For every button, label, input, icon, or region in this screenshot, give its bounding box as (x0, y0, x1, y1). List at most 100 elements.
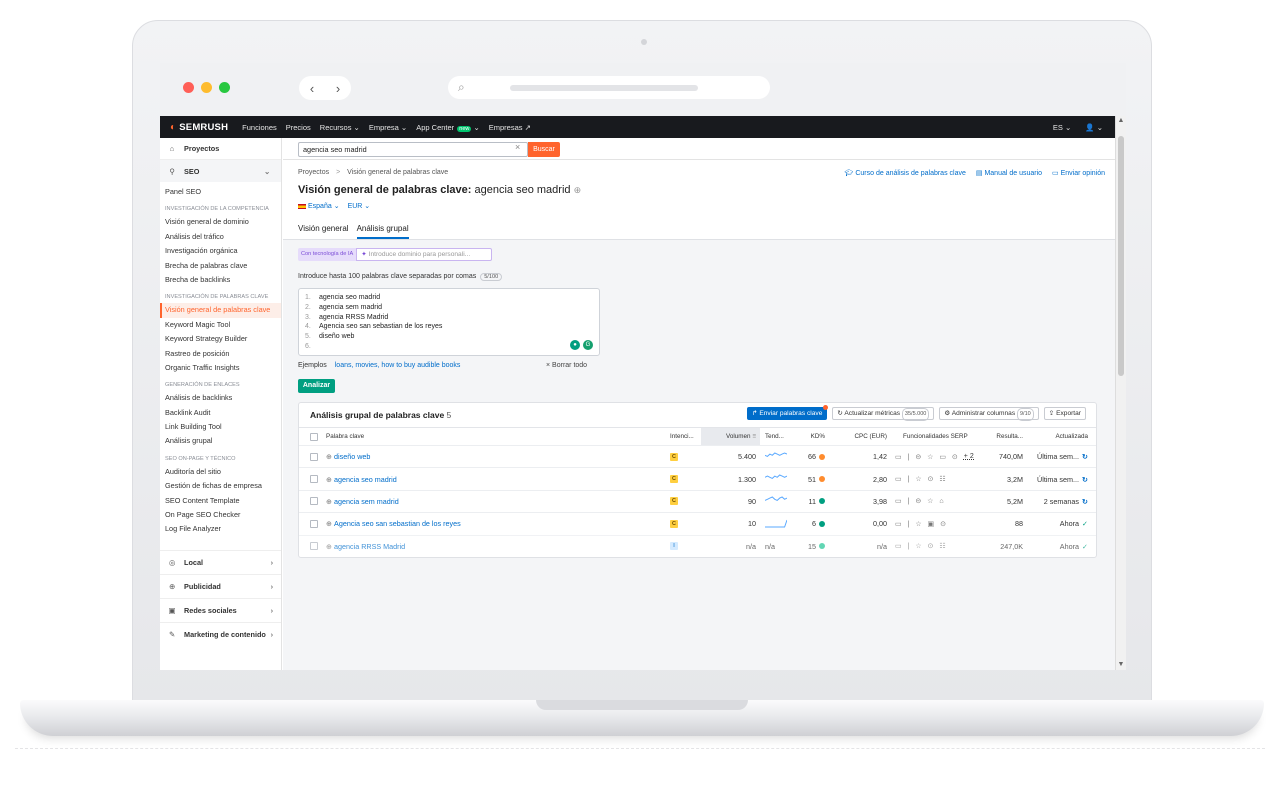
sidebar-item[interactable]: Análisis del tráfico (160, 230, 281, 244)
serp-features-icons[interactable]: ▭ | ⊝ ☆ ▭ ⊙ +2 (895, 446, 976, 467)
sidebar-item[interactable]: Brecha de backlinks (160, 273, 281, 287)
sidebar-item[interactable]: Organic Traffic Insights (160, 361, 281, 375)
serp-features-icons[interactable]: ▭ | ⊝ ☆ ⌂ (895, 491, 950, 512)
sidebar-item[interactable]: Backlink Audit (160, 406, 281, 420)
lightbulb-icon[interactable]: ● (570, 340, 580, 350)
feedback-link[interactable]: ▭ Enviar opinión (1052, 169, 1105, 177)
examples-link[interactable]: loans, movies, how to buy audible books (335, 362, 461, 369)
header-intent[interactable]: Intenci... (670, 428, 694, 445)
header-kd[interactable]: KD% (797, 428, 825, 445)
keyword-search-input[interactable] (298, 142, 528, 157)
nav-precios[interactable]: Precios (286, 123, 311, 132)
row-checkbox[interactable] (310, 446, 318, 467)
sidebar-group[interactable]: ▣ Redes sociales › (160, 598, 281, 622)
nav-recursos[interactable]: Recursos ⌄ (320, 123, 360, 132)
header-results[interactable]: Resulta... (985, 428, 1023, 445)
table-row[interactable]: ⊕ agencia sem madrid C 90 11 3,98 ▭ | ⊝ ☆ ⌂ 5,… (299, 489, 1096, 512)
table-row[interactable]: ⊕ Agencia seo san sebastian de los reyes C… (299, 512, 1096, 534)
nav-empresas[interactable]: Empresas ↗ (489, 123, 531, 132)
manage-columns-button[interactable]: ⚙ Administrar columnas 9/10 (939, 407, 1039, 421)
refresh-icon[interactable]: ↻ (1082, 452, 1088, 461)
maximize-window-icon[interactable] (219, 82, 230, 93)
sidebar-item[interactable]: Rastreo de posición (160, 347, 281, 361)
sidebar-item[interactable]: Auditoría del sitio (160, 465, 281, 479)
user-menu[interactable]: 👤 ⌄ (1085, 123, 1103, 132)
sidebar-item[interactable]: Visión general de palabras clave (160, 303, 281, 318)
scroll-thumb[interactable] (1118, 136, 1124, 376)
table-row[interactable]: ⊕ agencia RRSS Madrid In/a n/a 15 n/a ▭ | ☆ ⊙ … (299, 534, 1096, 557)
page-scrollbar[interactable]: ▲ ▼ (1115, 116, 1126, 670)
sidebar-projects[interactable]: ⌂ Proyectos (160, 138, 281, 160)
sidebar-item[interactable]: Brecha de palabras clave (160, 259, 281, 273)
sidebar-item[interactable]: SEO Content Template (160, 494, 281, 508)
search-button[interactable]: Buscar (528, 142, 560, 157)
sidebar-item[interactable]: Keyword Strategy Builder (160, 332, 281, 346)
refresh-icon[interactable]: ↻ (1082, 497, 1088, 506)
sidebar-item[interactable]: Keyword Magic Tool (160, 318, 281, 332)
sidebar-item[interactable]: Link Building Tool (160, 420, 281, 434)
sidebar-group[interactable]: ⊕ Publicidad › (160, 574, 281, 598)
sidebar-item[interactable]: Panel SEO (160, 185, 281, 199)
analyze-button[interactable]: Analizar (298, 379, 335, 393)
serp-features-icons[interactable]: ▭ | ☆ ⊙ ☷ (895, 536, 952, 557)
keyword-link[interactable]: ⊕ Agencia seo san sebastian de los reyes (326, 513, 461, 534)
scroll-up-icon[interactable]: ▲ (1116, 116, 1126, 126)
table-row[interactable]: ⊕ agencia seo madrid C 1.300 51 2,80 ▭ | ☆ ⊙ ☷… (299, 467, 1096, 489)
sidebar-seo-toggle[interactable]: ⚲ SEO ⌄ (160, 160, 281, 182)
sidebar-item[interactable]: Análisis de backlinks (160, 391, 281, 405)
add-icon[interactable]: ⊕ (574, 185, 582, 195)
header-serp[interactable]: Funcionalidades SERP (903, 428, 968, 445)
ai-domain-input[interactable]: ✦ Introduce dominio para personali... (356, 248, 493, 261)
minimize-window-icon[interactable] (201, 82, 212, 93)
sidebar-item[interactable]: Gestión de fichas de empresa (160, 479, 281, 493)
breadcrumb-root[interactable]: Proyectos (298, 169, 329, 176)
nav-app-center[interactable]: App Center new ⌄ (416, 123, 480, 132)
back-arrow-icon[interactable]: ‹ (310, 81, 314, 96)
keyword-link[interactable]: ⊕ diseño web (326, 446, 370, 467)
sidebar-group[interactable]: ◎ Local › (160, 550, 281, 574)
header-volume[interactable]: Volumen ≡ (701, 428, 760, 445)
table-row[interactable]: ⊕ diseño web C 5.400 66 1,42 ▭ | ⊝ ☆ ▭ ⊙ +2 740… (299, 445, 1096, 467)
serp-features-icons[interactable]: ▭ | ☆ ⊙ ☷ (895, 468, 952, 489)
row-checkbox[interactable] (310, 513, 318, 534)
address-bar[interactable]: ⌕ (448, 76, 770, 99)
send-keywords-button[interactable]: ↱ Enviar palabras clave (746, 405, 829, 420)
header-updated[interactable]: Actualizada (1035, 428, 1088, 445)
scroll-down-icon[interactable]: ▼ (1116, 660, 1126, 670)
row-checkbox[interactable] (310, 468, 318, 489)
row-checkbox[interactable] (310, 536, 318, 557)
header-cpc[interactable]: CPC (EUR) (839, 428, 887, 445)
sidebar-item[interactable]: Investigación orgánica (160, 244, 281, 258)
serp-extra[interactable]: +2 (964, 453, 976, 460)
course-link[interactable]: 🎓︎ Curso de análisis de palabras clave (845, 169, 966, 177)
grammarly-icon[interactable]: G (583, 340, 593, 350)
row-checkbox[interactable] (310, 491, 318, 512)
header-keyword[interactable]: Palabra clave (326, 428, 364, 445)
forward-arrow-icon[interactable]: › (336, 81, 340, 96)
sidebar-item[interactable]: Visión general de dominio (160, 215, 281, 229)
header-trend[interactable]: Tend... (765, 428, 784, 445)
refresh-icon[interactable]: ↻ (1082, 475, 1088, 484)
clear-all-button[interactable]: × Borrar todo (546, 362, 587, 369)
select-all-checkbox[interactable] (310, 428, 318, 445)
sidebar-item[interactable]: Análisis grupal (160, 434, 281, 448)
country-selector[interactable]: España ⌄ (298, 202, 340, 210)
sidebar-group[interactable]: ✎ Marketing de contenido › (160, 622, 281, 646)
export-button[interactable]: ⇪ Exportar (1043, 407, 1086, 420)
keyword-link[interactable]: ⊕ agencia seo madrid (326, 468, 397, 489)
currency-selector[interactable]: EUR ⌄ (348, 202, 371, 210)
keyword-link[interactable]: ⊕ agencia sem madrid (326, 491, 399, 512)
tab-vision-general[interactable]: Visión general (298, 224, 349, 239)
nav-funciones[interactable]: Funciones (242, 123, 277, 132)
clear-search-icon[interactable]: × (515, 142, 520, 152)
keyword-link[interactable]: ⊕ agencia RRSS Madrid (326, 536, 405, 557)
close-window-icon[interactable] (183, 82, 194, 93)
update-metrics-button[interactable]: ↻ Actualizar métricas 35/5.000 (832, 407, 935, 421)
nav-empresa[interactable]: Empresa ⌄ (369, 123, 407, 132)
sidebar-item[interactable]: Log File Analyzer (160, 522, 281, 536)
serp-features-icons[interactable]: ▭ | ☆ ▣ ⊙ (895, 513, 952, 534)
semrush-logo[interactable]: ◐ SEMRUSH (170, 122, 228, 133)
keywords-textarea[interactable]: 1. agencia seo madrid 2. agencia sem madrid… (298, 288, 600, 356)
tab-analisis-grupal[interactable]: Análisis grupal (356, 224, 409, 239)
sidebar-item[interactable]: On Page SEO Checker (160, 508, 281, 522)
